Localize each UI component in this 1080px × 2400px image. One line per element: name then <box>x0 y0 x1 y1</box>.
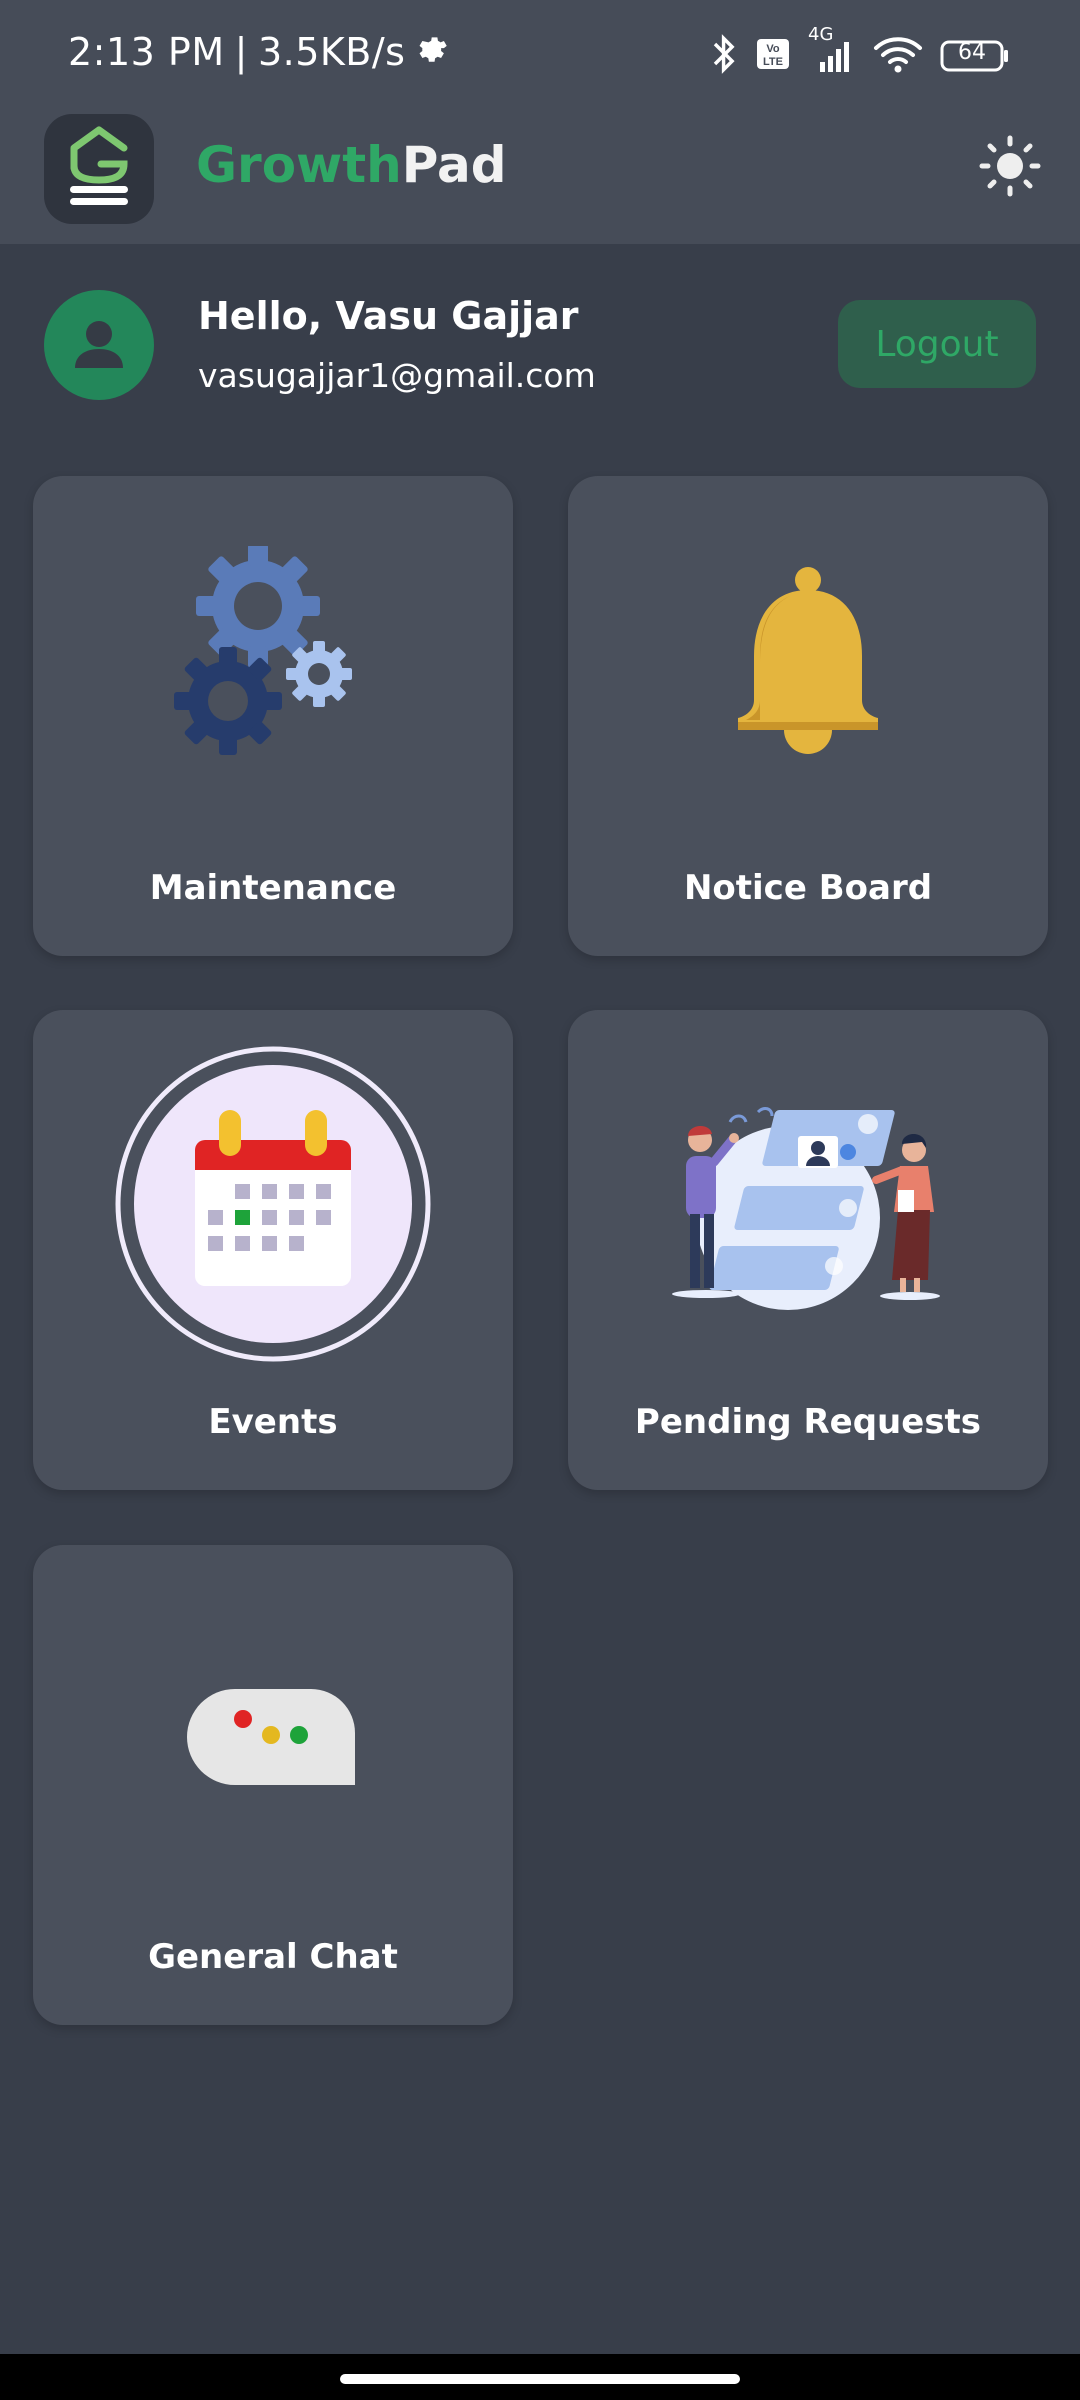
card-label-pending-requests: Pending Requests <box>634 1402 982 1442</box>
settings-icon <box>415 30 449 74</box>
profile-section: Hello, Vasu Gajjar vasugajjar1@gmail.com… <box>0 270 1080 420</box>
status-time: 2:13 PM <box>68 30 225 74</box>
notice-board-card[interactable]: Notice Board <box>568 476 1048 956</box>
battery-icon: 64 <box>940 39 1010 73</box>
greeting: Hello, Vasu Gajjar <box>198 294 579 338</box>
svg-text:LTE: LTE <box>763 56 783 68</box>
app-title-growth: Growth <box>196 136 402 194</box>
card-label-notice-board: Notice Board <box>683 868 933 908</box>
pending-requests-card[interactable]: Pending Requests <box>568 1010 1048 1490</box>
app-title: GrowthPad <box>196 136 507 194</box>
logout-button[interactable]: Logout <box>838 300 1036 388</box>
calendar-icon <box>115 1046 431 1362</box>
card-label-general-chat: General Chat <box>148 1937 398 1977</box>
events-card[interactable]: Events <box>33 1010 513 1490</box>
volte-icon: Vo LTE <box>756 37 790 75</box>
status-right: Vo LTE 4G 64 <box>710 24 1010 78</box>
card-label-maintenance: Maintenance <box>149 868 397 908</box>
battery-level: 64 <box>958 40 986 65</box>
network-type: 4G <box>808 24 834 45</box>
status-left: 2:13 PM | 3.5KB/s <box>68 30 449 74</box>
signal-icon: 4G <box>806 24 856 78</box>
status-speed: 3.5KB/s <box>257 30 406 74</box>
user-email: vasugajjar1@gmail.com <box>198 356 596 395</box>
person-icon <box>75 321 123 368</box>
gears-icon <box>174 546 352 755</box>
status-separator: | <box>234 30 248 74</box>
card-label-events: Events <box>208 1402 338 1442</box>
maintenance-card[interactable]: Maintenance <box>33 476 513 956</box>
app-bar: GrowthPad <box>0 112 1080 244</box>
app-title-pad: Pad <box>401 136 507 194</box>
avatar <box>44 290 154 400</box>
svg-text:Vo: Vo <box>766 43 780 55</box>
sun-icon[interactable] <box>978 134 1042 198</box>
general-chat-card[interactable]: General Chat <box>33 1545 513 2025</box>
requests-illustration <box>672 1107 940 1310</box>
chat-bubble-icon <box>187 1689 355 1785</box>
home-gesture-handle[interactable] <box>340 2374 740 2384</box>
status-bar: 2:13 PM | 3.5KB/s Vo LTE 4G 64 <box>0 0 1080 112</box>
bluetooth-icon <box>710 34 740 78</box>
bell-icon <box>738 567 878 754</box>
app-logo <box>44 114 154 224</box>
wifi-icon <box>872 34 924 78</box>
